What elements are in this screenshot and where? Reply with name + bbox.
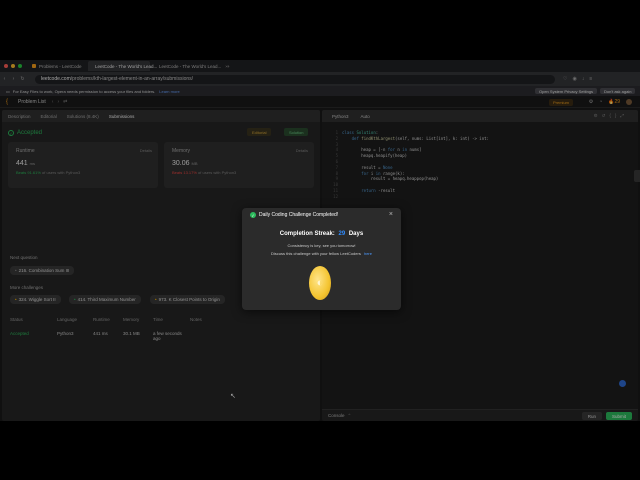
close-icon[interactable]: × — [389, 211, 393, 218]
completion-streak: Completion Streak: 29 Days — [242, 231, 401, 237]
modal-header: ✓ Daily Coding Challenge Completed! — [250, 212, 338, 218]
discuss-link[interactable]: here — [364, 251, 372, 256]
discuss-text: Discuss this challenge with your fellow … — [271, 251, 361, 256]
streak-label: Completion Streak: — [279, 231, 335, 237]
consistency-text: Consistency is key, see you tomorrow! — [287, 243, 356, 248]
leetcoin-icon: ◐ — [309, 266, 331, 300]
app-frame: Problems - LeetCode LeetCode - The World… — [0, 60, 640, 421]
check-circle-icon: ✓ — [250, 212, 256, 218]
streak-unit: Days — [348, 231, 364, 237]
daily-challenge-modal: ✓ Daily Coding Challenge Completed! × Co… — [242, 208, 401, 310]
modal-title: Daily Coding Challenge Completed! — [259, 212, 339, 218]
streak-value: 29 — [338, 231, 346, 237]
discuss-text-row: Discuss this challenge with your fellow … — [242, 251, 401, 256]
